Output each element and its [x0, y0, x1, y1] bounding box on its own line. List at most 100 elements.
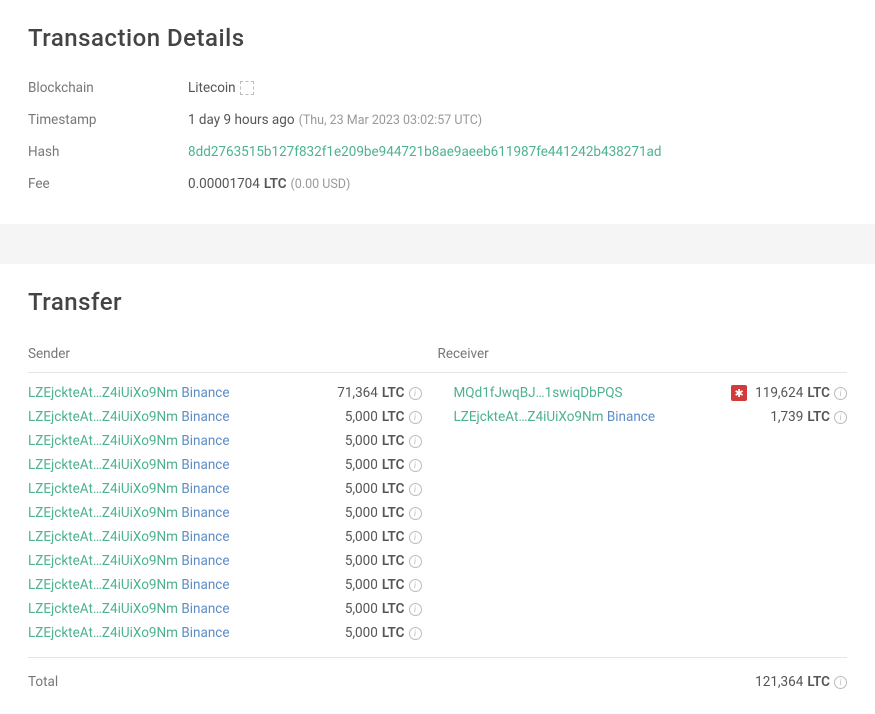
- detail-value: 1 day 9 hours ago (Thu, 23 Mar 2023 03:0…: [188, 112, 847, 128]
- address-tag-link[interactable]: Binance: [181, 385, 229, 401]
- transfer-row: LZEjckteAt…Z4iUiXo9Nm Binance5,000LTCi: [28, 453, 422, 477]
- address-link[interactable]: LZEjckteAt…Z4iUiXo9Nm: [28, 601, 178, 617]
- address-tag-link[interactable]: Binance: [181, 577, 229, 593]
- transfer-address-cell: LZEjckteAt…Z4iUiXo9Nm Binance: [28, 433, 345, 449]
- amount-value: 5,000: [345, 505, 378, 521]
- amount-value: 5,000: [345, 625, 378, 641]
- total-row: Total 121,364 LTC i: [28, 657, 847, 690]
- receiver-column: MQd1fJwqBJ…1swiqDbPQS ✱119,624LTCi LZEjckt…: [438, 381, 848, 645]
- transfer-amount-cell: 5,000LTCi: [345, 433, 422, 449]
- info-icon[interactable]: i: [409, 459, 422, 472]
- transfer-address-cell: LZEjckteAt…Z4iUiXo9Nm Binance: [28, 577, 345, 593]
- fee-amount: 0.00001704: [188, 176, 260, 192]
- transfer-amount-cell: 5,000LTCi: [345, 553, 422, 569]
- transfer-address-cell: LZEjckteAt…Z4iUiXo9Nm Binance: [454, 409, 771, 425]
- transfer-address-cell: LZEjckteAt…Z4iUiXo9Nm Binance: [28, 601, 345, 617]
- address-tag-link[interactable]: Binance: [181, 625, 229, 641]
- address-link[interactable]: LZEjckteAt…Z4iUiXo9Nm: [28, 553, 178, 569]
- address-tag-link[interactable]: Binance: [607, 409, 655, 425]
- amount-value: 5,000: [345, 577, 378, 593]
- transfer-amount-cell: 5,000LTC i: [345, 409, 422, 425]
- blockchain-name: Litecoin: [188, 80, 236, 96]
- info-icon[interactable]: i: [409, 435, 422, 448]
- info-icon[interactable]: i: [834, 676, 847, 689]
- detail-row-blockchain: Blockchain Litecoin: [28, 72, 847, 104]
- page-title: Transaction Details: [28, 24, 847, 52]
- transfer-row: LZEjckteAt…Z4iUiXo9Nm Binance5,000LTCi: [28, 597, 422, 621]
- address-link[interactable]: MQd1fJwqBJ…1swiqDbPQS: [454, 385, 623, 401]
- transfer-row: LZEjckteAt…Z4iUiXo9Nm Binance5,000LTCi: [28, 573, 422, 597]
- address-tag-link[interactable]: Binance: [181, 529, 229, 545]
- address-link[interactable]: LZEjckteAt…Z4iUiXo9Nm: [28, 577, 178, 593]
- transfer-address-cell: LZEjckteAt…Z4iUiXo9Nm Binance: [28, 409, 345, 425]
- transfer-row: LZEjckteAt…Z4iUiXo9Nm Binance 5,000LTC i: [28, 621, 422, 645]
- amount-value: 1,739: [770, 409, 803, 425]
- fee-unit: LTC: [264, 176, 287, 192]
- info-icon[interactable]: i: [834, 411, 847, 424]
- address-tag-link[interactable]: Binance: [181, 553, 229, 569]
- hash-link[interactable]: 8dd2763515b127f832f1e209be944721b8ae9aee…: [188, 144, 661, 160]
- address-link[interactable]: LZEjckteAt…Z4iUiXo9Nm: [28, 457, 178, 473]
- transfer-row: LZEjckteAt…Z4iUiXo9Nm Binance71,364LTCi: [28, 381, 422, 405]
- address-tag-link[interactable]: Binance: [181, 481, 229, 497]
- detail-value: 8dd2763515b127f832f1e209be944721b8ae9aee…: [188, 144, 847, 160]
- transfer-amount-cell: 5,000LTCi: [345, 457, 422, 473]
- detail-value: Litecoin: [188, 80, 847, 96]
- info-icon[interactable]: i: [409, 507, 422, 520]
- info-icon[interactable]: i: [409, 579, 422, 592]
- address-link[interactable]: LZEjckteAt…Z4iUiXo9Nm: [454, 409, 604, 425]
- transfer-row: MQd1fJwqBJ…1swiqDbPQS ✱119,624LTCi: [454, 381, 848, 405]
- address-tag-link[interactable]: Binance: [181, 409, 229, 425]
- detail-row-timestamp: Timestamp 1 day 9 hours ago (Thu, 23 Mar…: [28, 104, 847, 136]
- transfer-row: LZEjckteAt…Z4iUiXo9Nm Binance5,000LTCi: [28, 429, 422, 453]
- transaction-details-card: Transaction Details Blockchain Litecoin …: [0, 0, 875, 224]
- detail-label: Fee: [28, 176, 188, 192]
- amount-unit: LTC: [807, 409, 830, 425]
- amount-unit: LTC: [382, 625, 405, 641]
- section-title: Transfer: [28, 288, 847, 316]
- address-tag-link[interactable]: Binance: [181, 457, 229, 473]
- info-icon[interactable]: i: [834, 387, 847, 400]
- address-link[interactable]: LZEjckteAt…Z4iUiXo9Nm: [28, 529, 178, 545]
- info-icon[interactable]: i: [409, 531, 422, 544]
- amount-unit: LTC: [382, 481, 405, 497]
- receiver-header: Receiver: [438, 346, 848, 362]
- transfer-amount-cell: 1,739LTC i: [770, 409, 847, 425]
- detail-row-fee: Fee 0.00001704 LTC (0.00 USD): [28, 168, 847, 200]
- info-icon[interactable]: i: [409, 483, 422, 496]
- transfer-row: LZEjckteAt…Z4iUiXo9Nm Binance5,000LTCi: [28, 549, 422, 573]
- transfer-amount-cell: 5,000LTC i: [345, 625, 422, 641]
- transfer-amount-cell: 5,000LTCi: [345, 505, 422, 521]
- amount-unit: LTC: [382, 553, 405, 569]
- address-link[interactable]: LZEjckteAt…Z4iUiXo9Nm: [28, 505, 178, 521]
- address-link[interactable]: LZEjckteAt…Z4iUiXo9Nm: [28, 625, 178, 641]
- amount-unit: LTC: [382, 457, 405, 473]
- amount-unit: LTC: [382, 409, 405, 425]
- transfer-amount-cell: 5,000LTCi: [345, 601, 422, 617]
- total-amount: 121,364: [755, 674, 803, 690]
- info-icon[interactable]: i: [409, 387, 422, 400]
- transfer-address-cell: LZEjckteAt…Z4iUiXo9Nm Binance: [28, 529, 345, 545]
- address-link[interactable]: LZEjckteAt…Z4iUiXo9Nm: [28, 481, 178, 497]
- transfer-amount-cell: ✱119,624LTCi: [731, 385, 847, 401]
- amount-value: 5,000: [345, 481, 378, 497]
- amount-value: 5,000: [345, 409, 378, 425]
- transfer-row: LZEjckteAt…Z4iUiXo9Nm Binance 5,000LTC i: [28, 477, 422, 501]
- amount-unit: LTC: [382, 529, 405, 545]
- address-tag-link[interactable]: Binance: [181, 433, 229, 449]
- address-link[interactable]: LZEjckteAt…Z4iUiXo9Nm: [28, 433, 178, 449]
- address-link[interactable]: LZEjckteAt…Z4iUiXo9Nm: [28, 409, 178, 425]
- sender-header: Sender: [28, 346, 438, 362]
- info-icon[interactable]: i: [409, 555, 422, 568]
- amount-value: 71,364: [337, 385, 378, 401]
- amount-value: 5,000: [345, 601, 378, 617]
- address-tag-link[interactable]: Binance: [181, 601, 229, 617]
- info-icon[interactable]: i: [409, 627, 422, 640]
- info-icon[interactable]: i: [409, 603, 422, 616]
- amount-value: 5,000: [345, 529, 378, 545]
- sender-column: LZEjckteAt…Z4iUiXo9Nm Binance71,364LTCiL…: [28, 381, 438, 645]
- address-link[interactable]: LZEjckteAt…Z4iUiXo9Nm: [28, 385, 178, 401]
- address-tag-link[interactable]: Binance: [181, 505, 229, 521]
- transfer-amount-cell: 5,000LTC i: [345, 529, 422, 545]
- info-icon[interactable]: i: [409, 411, 422, 424]
